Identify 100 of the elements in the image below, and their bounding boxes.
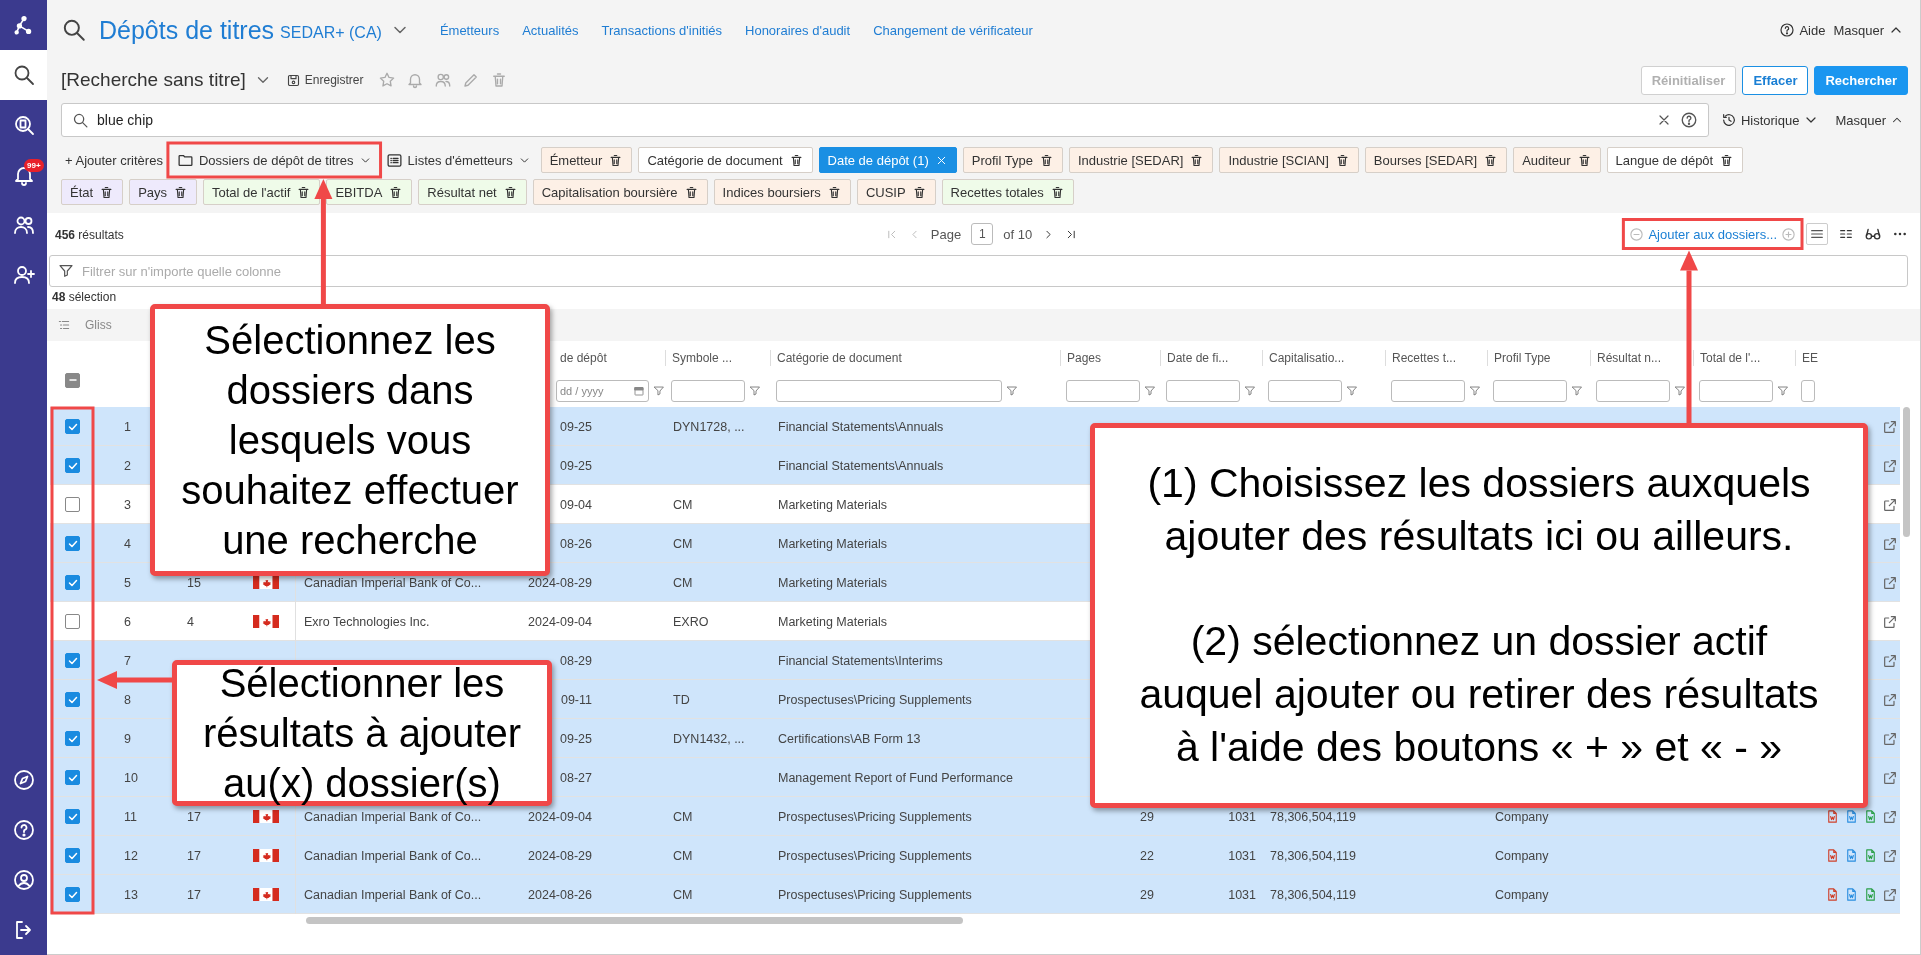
checkbox[interactable]	[65, 848, 80, 863]
checkbox[interactable]	[65, 419, 80, 434]
filter-icon[interactable]	[1244, 385, 1256, 397]
checkbox[interactable]	[65, 497, 80, 512]
excel-file-icon[interactable]	[1863, 847, 1878, 863]
external-link-icon[interactable]	[1882, 418, 1898, 435]
external-link-icon[interactable]	[1882, 691, 1898, 708]
criteria-chip[interactable]: Résultat net	[418, 179, 527, 205]
column-header[interactable]: Symbole ...	[672, 351, 733, 365]
external-link-icon[interactable]	[1882, 613, 1898, 630]
criteria-chip[interactable]: Indices boursiers	[713, 179, 851, 205]
sidebar-item[interactable]	[0, 50, 47, 100]
column-header[interactable]: Date de fi...	[1167, 351, 1229, 365]
save-button[interactable]: Enregistrer	[281, 72, 368, 88]
checkbox[interactable]	[65, 731, 80, 746]
column-filter-field[interactable]	[1493, 380, 1567, 402]
word-file-icon[interactable]	[1844, 808, 1859, 824]
criteria-chip[interactable]: CUSIP	[856, 179, 936, 205]
external-link-icon[interactable]	[1882, 457, 1898, 474]
filter-icon[interactable]	[1346, 385, 1358, 397]
external-link-icon[interactable]	[1882, 847, 1898, 864]
search-field[interactable]: blue chip	[61, 103, 1709, 137]
external-link-icon[interactable]	[1882, 574, 1898, 591]
external-link-icon[interactable]	[1882, 769, 1898, 786]
select-all-checkbox[interactable]	[65, 372, 80, 388]
criteria-chip[interactable]: Émetteur	[540, 147, 633, 173]
nav-link[interactable]: Honoraires d'audit	[745, 22, 851, 38]
criteria-chip[interactable]: Capitalisation boursière	[532, 179, 708, 205]
add-to-folders-link[interactable]: Ajouter aux dossiers...	[1648, 226, 1777, 242]
column-header[interactable]: Pages	[1067, 351, 1102, 365]
column-filter-field[interactable]	[1699, 380, 1773, 402]
checkbox[interactable]	[65, 887, 80, 902]
column-header[interactable]: Capitalisatio...	[1269, 351, 1345, 365]
criteria-chip[interactable]: Industrie [SCIAN]	[1219, 147, 1359, 173]
checkbox[interactable]	[65, 653, 80, 668]
criteria-chip[interactable]: Bourses [SEDAR]	[1364, 147, 1508, 173]
filter-icon[interactable]	[1674, 385, 1686, 397]
sidebar-item[interactable]: 99+	[0, 150, 47, 200]
checkbox[interactable]	[65, 809, 80, 824]
list-view-button[interactable]	[1806, 223, 1828, 245]
date-filter-field[interactable]: dd / yyyy	[556, 380, 650, 402]
column-filter-field[interactable]	[671, 380, 745, 402]
action-button[interactable]: Effacer	[1742, 65, 1809, 95]
star-icon[interactable]	[377, 71, 396, 89]
criteria-chip[interactable]: Catégorie de document	[638, 147, 813, 173]
checkbox[interactable]	[65, 536, 80, 551]
group-icon[interactable]	[57, 318, 71, 332]
page-field[interactable]: 1	[971, 223, 994, 245]
word-file-icon[interactable]	[1844, 886, 1859, 902]
checkbox[interactable]	[65, 770, 80, 785]
column-filter-field[interactable]	[1268, 380, 1342, 402]
external-link-icon[interactable]	[1882, 652, 1898, 669]
column-filter-field[interactable]	[1596, 380, 1670, 402]
criteria-chip[interactable]: Recettes totales	[941, 179, 1074, 205]
word-file-icon[interactable]	[1844, 847, 1859, 863]
bell-icon[interactable]	[405, 71, 424, 89]
checkbox[interactable]	[65, 575, 80, 590]
lists-dropdown[interactable]: Listes d'émetteurs	[381, 147, 535, 173]
filter-icon[interactable]	[749, 385, 761, 397]
nav-link[interactable]: Émetteurs	[439, 22, 500, 38]
add-criteria-button[interactable]: + Ajouter critères	[61, 147, 167, 173]
criteria-chip[interactable]: Industrie [SEDAR]	[1068, 147, 1214, 173]
criteria-chip[interactable]: Auditeur	[1513, 147, 1601, 173]
nav-link[interactable]: Changement de vérificateur	[873, 22, 1033, 38]
criteria-chip[interactable]: EBITDA	[326, 179, 413, 205]
history-button[interactable]: Historique	[1716, 112, 1824, 128]
collapse-button[interactable]: Masquer	[1831, 112, 1908, 128]
column-filter-field[interactable]	[1166, 380, 1240, 402]
filter-icon[interactable]	[1469, 385, 1481, 397]
column-filter-field[interactable]	[1066, 380, 1140, 402]
nav-link[interactable]: Actualités	[522, 22, 579, 38]
checkbox[interactable]	[65, 614, 80, 629]
external-link-icon[interactable]	[1882, 535, 1898, 552]
minus-circle-icon[interactable]	[1629, 226, 1645, 242]
column-filter-field[interactable]	[1801, 380, 1815, 402]
checkbox[interactable]	[65, 692, 80, 707]
help-button[interactable]: Aide	[1775, 22, 1830, 38]
pdf-file-icon[interactable]	[1825, 847, 1840, 863]
criteria-chip[interactable]: Pays	[129, 179, 198, 205]
external-link-icon[interactable]	[1882, 886, 1898, 903]
filter-icon[interactable]	[653, 385, 665, 397]
column-header[interactable]: Recettes t...	[1392, 351, 1457, 365]
scrollbar[interactable]	[306, 917, 963, 924]
external-link-icon[interactable]	[1882, 496, 1898, 513]
column-header[interactable]: de dépôt	[560, 351, 607, 365]
column-filter-field[interactable]	[1391, 380, 1465, 402]
column-header[interactable]: Catégorie de document	[777, 351, 902, 365]
column-filter-field[interactable]	[776, 380, 1002, 402]
nav-link[interactable]: Transactions d'initiés	[601, 22, 722, 38]
excel-file-icon[interactable]	[1863, 808, 1878, 824]
column-header[interactable]: EE	[1802, 351, 1818, 365]
folders-dropdown[interactable]: Dossiers de dépôt de titres	[172, 147, 376, 173]
filter-icon[interactable]	[1571, 385, 1583, 397]
checkbox[interactable]	[65, 458, 80, 473]
criteria-chip[interactable]: Total de l'actif	[203, 179, 321, 205]
pdf-file-icon[interactable]	[1825, 886, 1840, 902]
criteria-chip[interactable]: État	[61, 179, 124, 205]
external-link-icon[interactable]	[1882, 730, 1898, 747]
criteria-chip[interactable]: Profil Type	[962, 147, 1063, 173]
filter-icon[interactable]	[1006, 385, 1018, 397]
